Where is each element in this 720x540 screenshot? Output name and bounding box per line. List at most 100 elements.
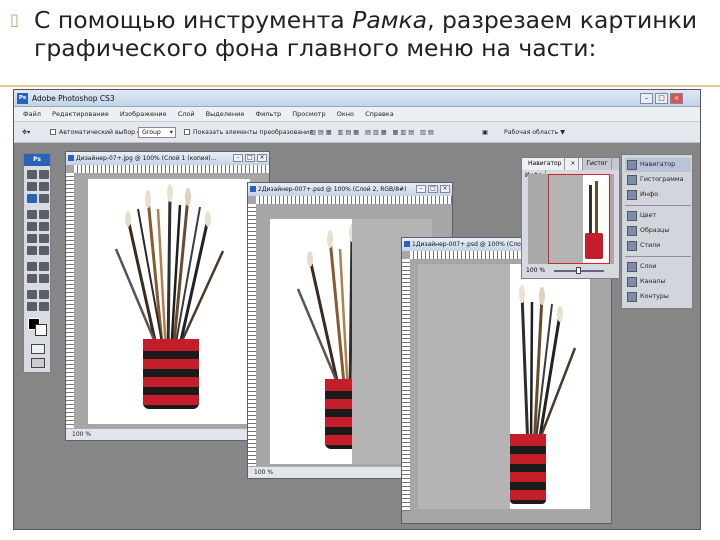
dock-item-styles[interactable]: Стили [625,239,691,253]
stamp-tool[interactable] [27,222,37,231]
tab-histogram[interactable]: Гистог [583,158,612,170]
history-brush-tool[interactable] [39,222,49,231]
tools-panel-logo: Ps [24,154,50,166]
background-color-swatch[interactable] [35,324,47,336]
document-1-minimize[interactable]: – [233,154,243,162]
navigator-zoom[interactable]: 100 % [526,267,545,274]
dock-item-label: Навигатор [640,161,676,168]
document-window-3[interactable]: 1Дизайнер-007+.psd @ 100% (Слой – □ × [401,237,612,524]
chevron-down-icon: ▾ [169,128,173,136]
document-1-title: Дизайнер-07+.jpg @ 100% (Слой 1 (копия).… [66,152,269,165]
healing-tool[interactable] [27,210,37,219]
autoselect-dropdown[interactable]: Group ▾ [138,122,176,143]
document-1-canvas[interactable] [88,179,250,424]
styles-icon [627,241,637,251]
align-buttons[interactable]: ▥▤▦ ▥▤▦ ▤▥▦ ▦▥▤ ▥▤ [310,122,436,143]
maximize-button[interactable]: □ [655,93,668,104]
dock-item-navigator[interactable]: Навигатор [625,158,691,172]
brush-tool[interactable] [39,210,49,219]
document-3-canvas[interactable] [418,264,590,509]
document-1-maximize[interactable]: □ [245,154,255,162]
magic-wand-tool[interactable] [39,182,49,191]
document-1-zoom[interactable]: 100 % [72,431,91,438]
document-1-horizontal-ruler [74,165,269,173]
tools-panel: Ps [23,153,51,373]
dock-item-info[interactable]: Инфо [625,188,691,202]
dock-item-swatches[interactable]: Образцы [625,224,691,238]
tab-navigator[interactable]: Навигатор × [522,158,584,170]
move-tool[interactable] [27,170,37,179]
path-select-tool[interactable] [27,262,37,271]
document-icon [68,155,74,161]
menu-file[interactable]: Файл [23,110,41,118]
pen-tool[interactable] [27,274,37,283]
dock-item-layers[interactable]: Слои [625,260,691,274]
zoom-tool[interactable] [39,302,49,311]
menu-window[interactable]: Окно [337,110,354,118]
menu-help[interactable]: Справка [365,110,394,118]
cup-group [143,339,199,409]
quick-mask-button[interactable] [31,344,45,354]
lasso-tool[interactable] [27,182,37,191]
move-tool-icon[interactable]: ✥▾ [22,122,30,143]
layers-icon [627,262,637,272]
navigator-preview[interactable] [528,174,614,264]
marquee-tool[interactable] [39,170,49,179]
document-1-close[interactable]: × [257,154,267,162]
dodge-tool[interactable] [39,246,49,255]
close-icon[interactable]: × [567,158,580,170]
hand-tool[interactable] [27,302,37,311]
autoselect-option[interactable]: Автоматический выбор слоя [50,122,152,143]
document-3-title-text: 1Дизайнер-007+.psd @ 100% (Слой [412,241,525,248]
menu-select[interactable]: Выделение [206,110,245,118]
bullet-icon: ▯ [10,10,19,29]
eyedropper-tool[interactable] [39,290,49,299]
menu-filter[interactable]: Фильтр [255,110,281,118]
cup-group [510,434,546,504]
menu-view[interactable]: Просмотр [292,110,325,118]
document-2-vertical-ruler [248,204,256,466]
document-2-title-text: 2Дизайнер-007+.psd @ 100% (Слой 2, RGB/8… [258,186,407,193]
notes-tool[interactable] [27,290,37,299]
dock-item-label: Гистограмма [640,176,684,183]
brushes-group [114,184,225,355]
swatches-icon [627,226,637,236]
crop-tool[interactable] [27,194,37,203]
dock-item-label: Образцы [640,227,670,234]
eraser-tool[interactable] [27,234,37,243]
close-button[interactable]: × [670,93,683,104]
autoselect-checkbox[interactable] [50,129,56,135]
document-2-maximize[interactable]: □ [428,185,438,193]
document-2-horizontal-ruler [256,196,452,204]
menu-image[interactable]: Изображение [120,110,167,118]
dock-item-histogram[interactable]: Гистограмма [625,173,691,187]
divider-rule [0,85,720,87]
document-window-1[interactable]: Дизайнер-07+.jpg @ 100% (Слой 1 (копия).… [65,151,270,441]
blur-tool[interactable] [27,246,37,255]
navigator-slider-handle[interactable] [576,267,581,274]
document-2-zoom[interactable]: 100 % [254,469,273,476]
minimize-button[interactable]: – [640,93,653,104]
workspace-icon[interactable]: ▣ [482,122,488,143]
show-transform-checkbox[interactable] [184,129,190,135]
document-2-close[interactable]: × [440,185,450,193]
document-1-vertical-ruler [66,173,74,428]
screen-mode-button[interactable] [31,358,45,368]
gradient-tool[interactable] [39,234,49,243]
dock-item-label: Слои [640,263,657,270]
navigator-view-box[interactable] [548,174,610,264]
dock-item-channels[interactable]: Каналы [625,275,691,289]
slice-tool[interactable] [39,194,49,203]
workspace-menu[interactable]: Рабочая область ▼ [504,122,565,143]
show-transform-option[interactable]: Показать элементы преобразования [184,122,313,143]
dock-item-paths[interactable]: Контуры [625,290,691,304]
info-icon [627,190,637,200]
menu-edit[interactable]: Редактирование [52,110,109,118]
menu-layer[interactable]: Слой [178,110,195,118]
type-tool[interactable] [39,262,49,271]
shape-tool[interactable] [39,274,49,283]
document-2-minimize[interactable]: – [416,185,426,193]
dock-item-label: Стили [640,242,661,249]
dock-item-color[interactable]: Цвет [625,209,691,223]
photoshop-logo-icon: Ps [17,93,28,104]
